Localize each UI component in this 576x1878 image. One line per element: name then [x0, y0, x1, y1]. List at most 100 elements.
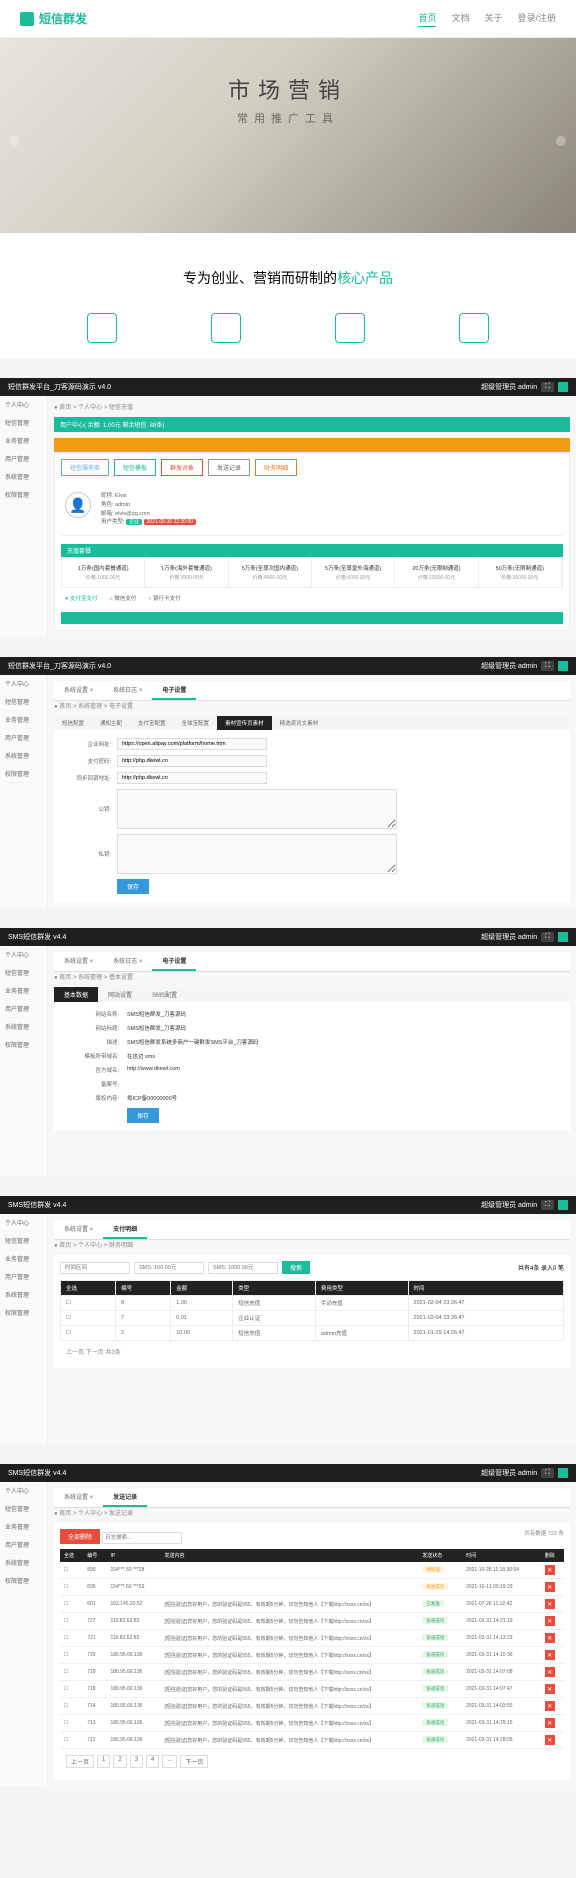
- top-tab[interactable]: 系统设置 ×: [54, 1488, 103, 1507]
- expand-icon[interactable]: ⛶: [541, 932, 554, 942]
- sub-tab[interactable]: 素材宣传页素材: [217, 716, 272, 730]
- package-option[interactable]: 5万条(至尊皇外海通道)价格:6000.00元: [312, 558, 395, 587]
- sidebar-item[interactable]: 权限管理: [0, 1304, 47, 1322]
- package-option[interactable]: 1万条(海外套餐通道)价格:2000.00元: [145, 558, 228, 587]
- package-option[interactable]: 50万条(无限制通道)价格:30000.00元: [479, 558, 562, 587]
- save-button[interactable]: 保存: [117, 879, 149, 894]
- nav-about[interactable]: 关于: [484, 11, 502, 27]
- nav-home[interactable]: 首页: [418, 11, 436, 27]
- sidebar-item[interactable]: 业务管理: [0, 1250, 47, 1268]
- menu-icon[interactable]: [558, 661, 568, 671]
- table-row[interactable]: ☐70.01企业认证2021-02-04 23:26:47: [61, 1311, 564, 1326]
- url-input[interactable]: [117, 738, 267, 750]
- sidebar-item[interactable]: 用户管理: [0, 1268, 47, 1286]
- menu-icon[interactable]: [558, 932, 568, 942]
- amount-input2[interactable]: [208, 1262, 278, 1274]
- delete-button[interactable]: ✕: [545, 1616, 555, 1626]
- pay-bank[interactable]: ○ 银行卡支付: [148, 594, 180, 602]
- amount-input[interactable]: [134, 1262, 204, 1274]
- delete-all-button[interactable]: 全部删除: [60, 1529, 100, 1544]
- search-button[interactable]: 搜索: [282, 1261, 310, 1274]
- delete-button[interactable]: ✕: [545, 1633, 555, 1643]
- table-row[interactable]: ☐713180.95.66.136[短信验证]您好用户，您的验证码是555，有效…: [60, 1715, 564, 1732]
- sidebar-item[interactable]: 系统管理: [0, 1554, 47, 1572]
- page-button[interactable]: ...: [162, 1755, 177, 1768]
- privkey-textarea[interactable]: [117, 834, 397, 874]
- sidebar-item[interactable]: 个人中心: [0, 1214, 47, 1232]
- top-tab[interactable]: 支付明细: [103, 1220, 147, 1239]
- page-button[interactable]: 下一页: [180, 1755, 208, 1768]
- sidebar-item[interactable]: 用户管理: [0, 1536, 47, 1554]
- table-row[interactable]: ☐721110.82.62.83[短信验证]您好用户，您的验证码是555，有效期…: [60, 1630, 564, 1647]
- menu-icon[interactable]: [558, 1200, 568, 1210]
- expand-icon[interactable]: ⛶: [541, 1468, 554, 1478]
- sidebar-item[interactable]: 业务管理: [0, 432, 47, 450]
- submit-button[interactable]: [61, 612, 563, 624]
- delete-button[interactable]: ✕: [545, 1684, 555, 1694]
- logo[interactable]: 短信群发: [20, 10, 87, 27]
- top-tab[interactable]: 电子设置: [152, 952, 196, 971]
- admin-label[interactable]: 超级管理员 admin: [481, 932, 537, 942]
- page-button[interactable]: 上一页: [66, 1755, 94, 1768]
- table-row[interactable]: ☐718180.95.66.136[短信验证]您好用户，您的验证码是555，有效…: [60, 1681, 564, 1698]
- top-tab[interactable]: 发送记录: [103, 1488, 147, 1507]
- delete-button[interactable]: ✕: [545, 1701, 555, 1711]
- expand-icon[interactable]: ⛶: [541, 1200, 554, 1210]
- admin-label[interactable]: 超级管理员 admin: [481, 1200, 537, 1210]
- info-tab[interactable]: SMS配置: [142, 987, 187, 1002]
- package-option[interactable]: 5万条(至尊次国内通道)价格:4000.00元: [229, 558, 312, 587]
- sidebar-item[interactable]: 个人中心: [0, 1482, 47, 1500]
- date-input[interactable]: [60, 1262, 130, 1274]
- table-row[interactable]: ☐890154***.60.***28待处理2021-10-28 11:16:3…: [60, 1562, 564, 1579]
- package-option[interactable]: 20万条(无限制通道)价格:15000.00元: [395, 558, 478, 587]
- sidebar-item[interactable]: 业务管理: [0, 711, 47, 729]
- tab-log[interactable]: 发送记录: [208, 459, 250, 476]
- table-row[interactable]: ☐712180.95.66.136[短信验证]您好用户，您的验证码是555，有效…: [60, 1732, 564, 1749]
- sidebar-item[interactable]: 权限管理: [0, 486, 47, 504]
- sidebar-item[interactable]: 短信管理: [0, 414, 47, 432]
- top-tab-active[interactable]: 电子设置: [152, 681, 196, 700]
- sidebar-item[interactable]: 业务管理: [0, 1518, 47, 1536]
- table-row[interactable]: ☐719180.95.66.136[短信验证]您好用户，您的验证码是555，有效…: [60, 1664, 564, 1681]
- table-row[interactable]: ☐727110.82.62.83[短信验证]您好用户，您的验证码是555，有效期…: [60, 1613, 564, 1630]
- sub-tab[interactable]: 全球宝配置: [174, 716, 218, 730]
- page-button[interactable]: 2: [113, 1755, 126, 1768]
- sidebar-item[interactable]: 个人中心: [0, 396, 47, 414]
- save-button[interactable]: 保存: [127, 1108, 159, 1123]
- sidebar-item[interactable]: 用户管理: [0, 1000, 47, 1018]
- delete-button[interactable]: ✕: [545, 1718, 555, 1728]
- sidebar-item[interactable]: 个人中心: [0, 946, 47, 964]
- admin-label[interactable]: 超级管理员 admin: [481, 382, 537, 392]
- password-input[interactable]: [117, 755, 267, 767]
- top-tab[interactable]: 系统日志 ×: [103, 681, 152, 700]
- sidebar-item[interactable]: 权限管理: [0, 1036, 47, 1054]
- menu-icon[interactable]: [558, 1468, 568, 1478]
- tab-finance[interactable]: 财务明细: [255, 459, 297, 476]
- pager[interactable]: 上一页 下一页 共3条: [60, 1341, 564, 1362]
- delete-button[interactable]: ✕: [545, 1582, 555, 1592]
- table-row[interactable]: ☐81.00短信充值手动充值2021-02-04 23:26:47: [61, 1296, 564, 1311]
- pubkey-textarea[interactable]: [117, 789, 397, 829]
- table-row[interactable]: ☐210.00短信充值admin充值2021-01-29 14:26:47: [61, 1326, 564, 1341]
- sidebar-item[interactable]: 系统管理: [0, 468, 47, 486]
- nav-login[interactable]: 登录/注册: [517, 11, 556, 27]
- top-tab[interactable]: 系统设置 ×: [54, 681, 103, 700]
- sub-tab[interactable]: 通知主配: [92, 716, 130, 730]
- sidebar-item[interactable]: 权限管理: [0, 765, 47, 783]
- delete-button[interactable]: ✕: [545, 1599, 555, 1609]
- log-search-input[interactable]: [102, 1532, 182, 1544]
- table-row[interactable]: ☐714180.95.66.136[短信验证]您好用户，您的验证码是555，有效…: [60, 1698, 564, 1715]
- sub-tab[interactable]: 精选资讯文素材: [272, 716, 327, 730]
- top-tab[interactable]: 系统设置 ×: [54, 952, 103, 971]
- delete-button[interactable]: ✕: [545, 1565, 555, 1575]
- callback-input[interactable]: [117, 772, 267, 784]
- tab-provider[interactable]: 短信服务商: [61, 459, 109, 476]
- sidebar-item[interactable]: 用户管理: [0, 729, 47, 747]
- page-button[interactable]: 3: [130, 1755, 143, 1768]
- delete-button[interactable]: ✕: [545, 1667, 555, 1677]
- sidebar-item[interactable]: 权限管理: [0, 1572, 47, 1590]
- table-row[interactable]: ☐836154***.60.***29发送成功2021-10-13 09:19:…: [60, 1579, 564, 1596]
- sidebar-item[interactable]: 个人中心: [0, 675, 47, 693]
- delete-button[interactable]: ✕: [545, 1650, 555, 1660]
- sidebar-item[interactable]: 短信管理: [0, 693, 47, 711]
